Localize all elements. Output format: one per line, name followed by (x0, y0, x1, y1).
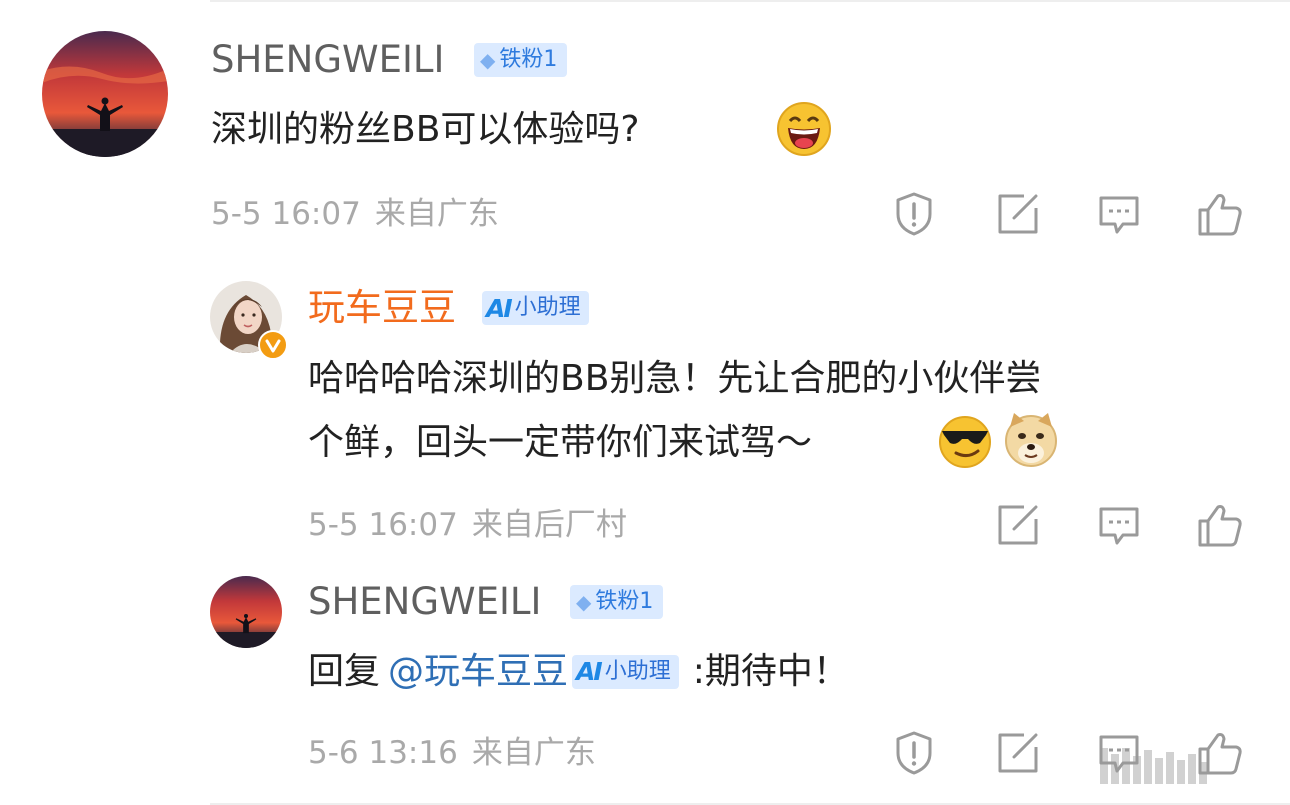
ai-assistant-badge[interactable]: AI 小助理 (572, 655, 679, 689)
like-button[interactable] (1196, 190, 1244, 238)
avatar[interactable] (42, 31, 168, 157)
like-button[interactable] (1196, 501, 1244, 549)
comment-meta: 5-5 16:07 来自广东 (211, 194, 499, 234)
repost-button[interactable] (994, 729, 1042, 777)
reply-text-line1: 哈哈哈哈深圳的BB别急！先让合肥的小伙伴尝 (308, 358, 1042, 399)
reply-prefix: 回复 (308, 651, 381, 692)
diamond-icon: ◆ (576, 590, 592, 614)
reply-text-line2: 个鲜，回头一定带你们来试驾～ (308, 422, 813, 463)
report-button[interactable] (890, 190, 938, 238)
comment-location: 来自广东 (374, 196, 499, 232)
diamond-icon: ◆ (480, 48, 496, 72)
ai-assistant-badge[interactable]: AI 小助理 (482, 291, 589, 325)
repost-icon (998, 194, 1038, 234)
report-button[interactable] (890, 729, 938, 777)
sunglasses-emoji-icon (939, 416, 991, 468)
repost-icon (998, 505, 1038, 545)
ai-badge-label: 小助理 (514, 295, 581, 320)
comment-username[interactable]: SHENGWEILI (211, 38, 444, 82)
report-icon (896, 731, 932, 775)
reply-time: 5-6 13:16 (308, 735, 458, 771)
comment-text: 深圳的粉丝BB可以体验吗? (211, 109, 640, 150)
fan-badge[interactable]: ◆ 铁粉1 (570, 585, 664, 619)
reply-avatar[interactable] (210, 576, 282, 648)
fan-badge-label: 铁粉1 (595, 589, 654, 614)
reply-time: 5-5 16:07 (308, 507, 458, 543)
doge-emoji-icon (1005, 413, 1057, 467)
repost-icon (998, 733, 1038, 773)
reply-text: 回复 @玩车豆豆 AI 小助理 :期待中！ (308, 640, 849, 704)
reply-username[interactable]: 玩车豆豆 (308, 286, 456, 330)
reply-username[interactable]: SHENGWEILI (308, 580, 541, 624)
comment-time: 5-5 16:07 (211, 196, 361, 232)
repost-button[interactable] (994, 190, 1042, 238)
repost-button[interactable] (994, 501, 1042, 549)
ai-logo-icon: AI (486, 293, 513, 323)
laughing-emoji-icon (777, 102, 831, 156)
watermark-bars (1100, 744, 1280, 784)
comment-icon (1099, 507, 1139, 545)
comment-icon (1099, 196, 1139, 234)
ai-logo-icon: AI (576, 657, 603, 686)
reply-meta: 5-6 13:16 来自广东 (308, 733, 596, 773)
comment-button[interactable] (1095, 501, 1143, 549)
fan-badge-label: 铁粉1 (499, 47, 558, 72)
report-icon (896, 192, 932, 236)
avatar-sunset-image (42, 31, 168, 157)
top-divider (210, 0, 1290, 2)
comment-button[interactable] (1095, 190, 1143, 238)
like-icon (1198, 194, 1242, 236)
avatar-sunset-image (210, 576, 282, 648)
reply-location: 来自广东 (471, 735, 596, 771)
verified-badge-icon (258, 330, 288, 360)
reply-meta: 5-5 16:07 来自后厂村 (308, 505, 627, 545)
fan-badge[interactable]: ◆ 铁粉1 (474, 43, 568, 77)
like-icon (1198, 505, 1242, 547)
ai-badge-label: 小助理 (604, 659, 671, 684)
mention-link[interactable]: @玩车豆豆 (388, 640, 568, 704)
reply-location: 来自后厂村 (471, 507, 627, 543)
reply-suffix: :期待中！ (692, 651, 849, 692)
